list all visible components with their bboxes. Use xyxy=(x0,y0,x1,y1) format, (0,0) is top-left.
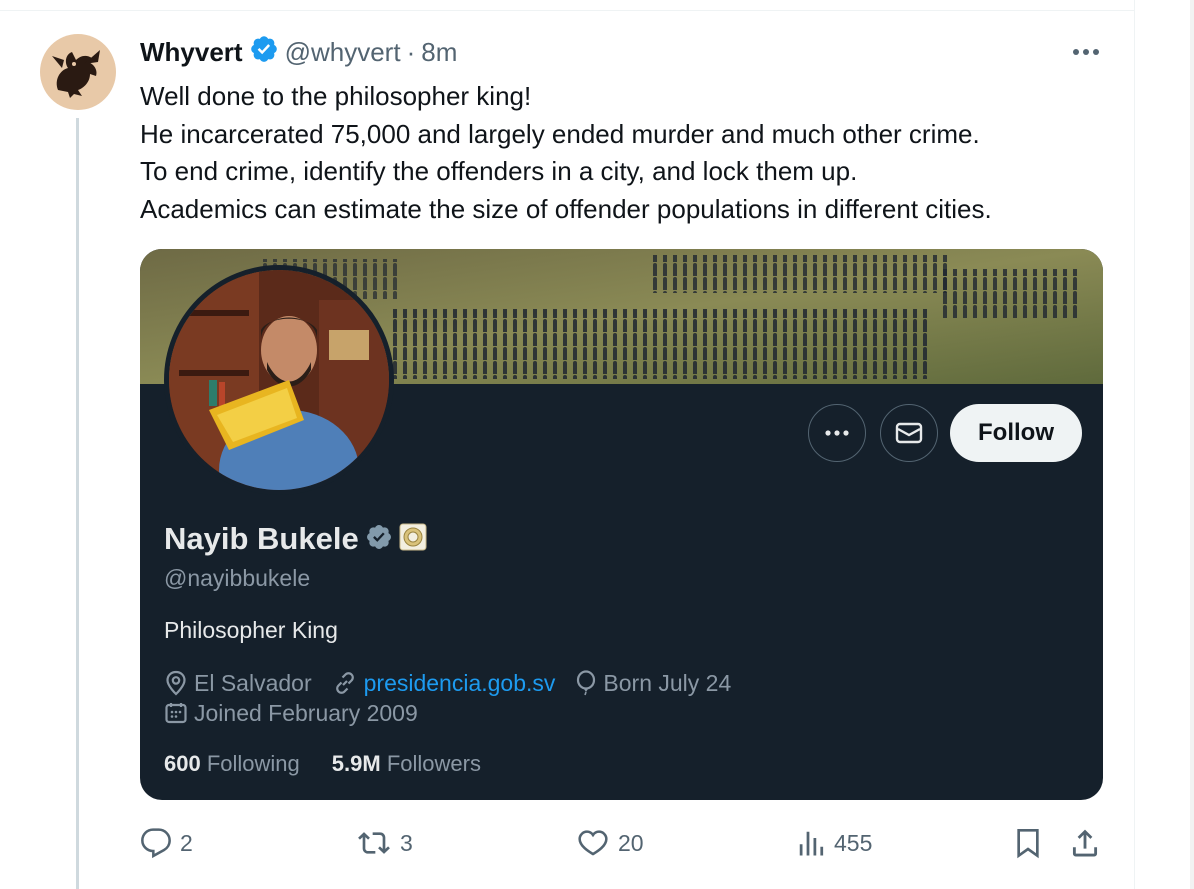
repost-icon xyxy=(358,832,390,854)
message-button[interactable] xyxy=(880,404,938,462)
followers-stat[interactable]: 5.9M Followers xyxy=(332,751,481,777)
author-name[interactable]: Whyvert xyxy=(140,37,243,68)
window-edge xyxy=(1190,0,1194,889)
profile-stats: 600 Following 5.9M Followers xyxy=(164,749,481,779)
thread-line xyxy=(76,118,79,889)
views-count: 455 xyxy=(834,829,873,856)
profile-bio: Philosopher King xyxy=(164,617,338,643)
tweet-line: Well done to the philosopher king! xyxy=(140,81,532,111)
link-icon xyxy=(335,672,354,694)
location-text: El Salvador xyxy=(194,669,312,696)
tweet-header: Whyvert @whyvert · 8m xyxy=(140,34,457,70)
follow-button[interactable]: Follow xyxy=(950,404,1082,462)
timeline-divider xyxy=(0,10,1134,11)
views-button[interactable]: 455 xyxy=(796,823,872,863)
share-icon xyxy=(1072,829,1098,857)
website-link[interactable]: presidencia.gob.sv xyxy=(364,670,556,697)
following-stat[interactable]: 600 Following xyxy=(164,751,300,777)
balloon-icon xyxy=(577,670,596,696)
more-dots-icon xyxy=(1073,49,1099,55)
profile-meta-row: El Salvador presidencia.gob.sv Born July… xyxy=(164,667,751,699)
profile-card[interactable]: Follow Nayib Bukele @nayibbukele Philoso… xyxy=(140,249,1103,800)
author-avatar[interactable] xyxy=(40,34,116,110)
tweet-line: He incarcerated 75,000 and largely ended… xyxy=(140,118,980,149)
website-item: presidencia.gob.sv xyxy=(332,670,556,697)
profile-avatar[interactable] xyxy=(164,265,394,495)
views-bar-chart-icon xyxy=(799,831,824,856)
tweet-time[interactable]: 8m xyxy=(421,37,457,68)
tweet-body: Well done to the philosopher king! He in… xyxy=(140,78,1120,228)
more-options-button[interactable] xyxy=(1062,36,1110,68)
timeline-border xyxy=(1134,0,1135,889)
reply-count: 2 xyxy=(180,829,193,856)
heart-icon xyxy=(578,830,608,856)
verified-badge-icon xyxy=(249,34,279,71)
tweet-line: Academics can estimate the size of offen… xyxy=(140,193,992,224)
birthday-text: Born July 24 xyxy=(603,669,732,696)
profile-name: Nayib Bukele xyxy=(164,521,359,556)
more-dots-icon xyxy=(825,430,849,436)
location-pin-icon xyxy=(166,670,186,696)
following-count: 600 xyxy=(164,751,201,776)
like-count: 20 xyxy=(618,829,644,856)
profile-more-button[interactable] xyxy=(808,404,866,462)
bookmark-button[interactable] xyxy=(1012,823,1044,863)
dot-separator: · xyxy=(406,36,416,67)
followers-label: Followers xyxy=(386,751,481,776)
like-button[interactable]: 20 xyxy=(576,823,644,863)
calendar-icon xyxy=(165,703,187,724)
followers-count: 5.9M xyxy=(331,751,381,776)
profile-joined-row: Joined February 2009 xyxy=(164,697,438,729)
envelope-icon xyxy=(895,422,923,444)
bookmark-icon xyxy=(1017,829,1039,859)
location-item: El Salvador xyxy=(164,670,312,697)
tweet-line: To end crime, identify the offenders in … xyxy=(140,156,858,186)
repost-button[interactable]: 3 xyxy=(356,823,413,863)
birthday-item: Born July 24 xyxy=(575,670,731,697)
author-handle[interactable]: @whyvert xyxy=(285,37,401,68)
verified-gray-badge-icon xyxy=(365,523,393,556)
profile-handle: @nayibbukele xyxy=(164,565,311,591)
government-seal-icon xyxy=(399,523,427,556)
profile-name-row: Nayib Bukele xyxy=(164,519,427,559)
reply-bubble-icon xyxy=(141,828,171,859)
repost-count: 3 xyxy=(400,829,413,856)
profile-photo-image xyxy=(169,270,389,490)
joined-item: Joined February 2009 xyxy=(164,700,418,727)
joined-text: Joined February 2009 xyxy=(194,699,418,726)
following-label: Following xyxy=(206,751,300,776)
dragon-avatar-image xyxy=(40,34,116,110)
share-button[interactable] xyxy=(1068,823,1102,863)
reply-button[interactable]: 2 xyxy=(140,823,193,863)
